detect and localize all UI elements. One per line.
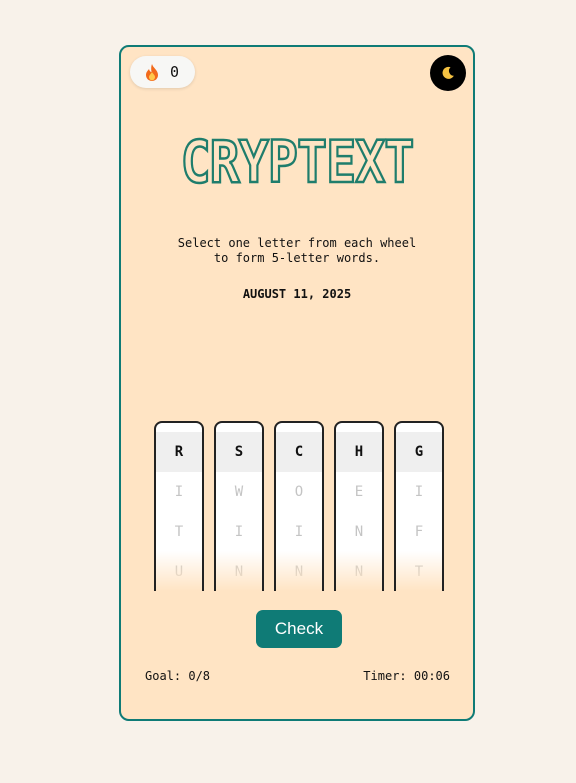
wheel-letter[interactable]: N (216, 552, 262, 591)
wheel-selected-letter[interactable]: H (336, 432, 382, 472)
wheel-letter[interactable]: N (336, 512, 382, 552)
streak-count: 0 (170, 63, 180, 81)
streak-badge: 0 (130, 56, 195, 88)
wheel-letter[interactable]: N (336, 552, 382, 591)
letter-wheel-1[interactable]: R I T U (154, 421, 204, 591)
letter-wheel-3[interactable]: C O I N (274, 421, 324, 591)
wheel-letter[interactable]: U (156, 552, 202, 591)
wheel-letter[interactable]: O (276, 472, 322, 512)
letter-wheel-4[interactable]: H E N N (334, 421, 384, 591)
wheel-letter[interactable]: T (396, 552, 442, 591)
letter-wheel-5[interactable]: G I F T (394, 421, 444, 591)
letter-wheels: R I T U S W I N C O I N H E N N G I F T (154, 421, 444, 591)
check-button[interactable]: Check (256, 610, 342, 648)
puzzle-date: AUGUST 11, 2025 (242, 287, 352, 301)
game-card: 0 CRYPTEXT Select one letter from each w… (119, 45, 475, 721)
wheel-letter[interactable]: I (396, 472, 442, 512)
fire-icon (146, 63, 158, 81)
wheel-letter[interactable]: F (396, 512, 442, 552)
instructions-text: Select one letter from each wheel to for… (177, 236, 417, 265)
goal-counter: Goal: 0/8 (145, 669, 211, 683)
timer-display: Timer: 00:06 (363, 669, 450, 683)
wheel-letter[interactable]: T (156, 512, 202, 552)
letter-wheel-2[interactable]: S W I N (214, 421, 264, 591)
moon-icon (442, 66, 454, 79)
wheel-letter[interactable]: I (276, 512, 322, 552)
wheel-letter[interactable]: I (156, 472, 202, 512)
wheel-selected-letter[interactable]: C (276, 432, 322, 472)
theme-toggle-button[interactable] (430, 55, 466, 91)
wheel-letter[interactable]: N (276, 552, 322, 591)
wheel-letter[interactable]: W (216, 472, 262, 512)
wheel-letter[interactable]: E (336, 472, 382, 512)
wheel-selected-letter[interactable]: G (396, 432, 442, 472)
wheel-selected-letter[interactable]: S (216, 432, 262, 472)
wheel-letter[interactable]: I (216, 512, 262, 552)
game-title: CRYPTEXT (179, 128, 415, 197)
wheel-selected-letter[interactable]: R (156, 432, 202, 472)
